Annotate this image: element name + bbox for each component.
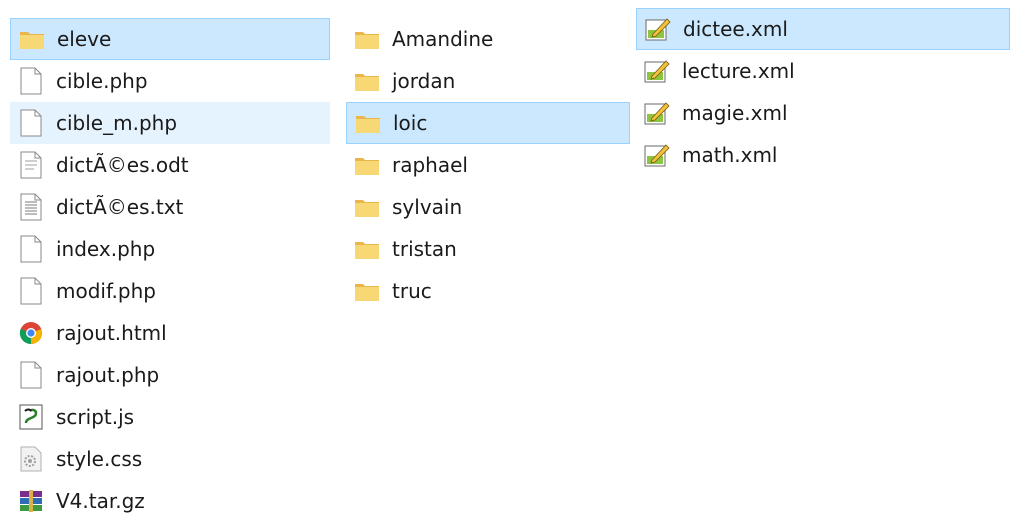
folder-label: loic (393, 111, 428, 135)
file-label: modif.php (56, 279, 156, 303)
script-file-icon (16, 401, 46, 433)
file-item-modif-php[interactable]: modif.php (10, 270, 330, 312)
file-label: dictee.xml (683, 17, 788, 41)
file-item-style-css[interactable]: style.css (10, 438, 330, 480)
file-label: eleve (57, 27, 112, 51)
gear-file-icon (16, 443, 46, 475)
folder-item-sylvain[interactable]: sylvain (346, 186, 630, 228)
document-file-icon (16, 149, 46, 181)
file-item-dictee-xml[interactable]: dictee.xml (636, 8, 1010, 50)
folder-label: jordan (392, 69, 456, 93)
file-item-index-php[interactable]: index.php (10, 228, 330, 270)
file-label: style.css (56, 447, 143, 471)
blank-file-icon (16, 359, 46, 391)
file-label: cible_m.php (56, 111, 178, 135)
folder-icon (352, 191, 382, 223)
file-list-left: eleve cible.php cible_m.php dictÃ©es.odt… (10, 18, 330, 522)
xml-file-icon (643, 13, 673, 45)
file-item-math-xml[interactable]: math.xml (636, 134, 1010, 176)
file-label: magie.xml (682, 101, 788, 125)
folder-label: truc (392, 279, 432, 303)
folder-list-middle: Amandine jordan loic raphael sylvain tri… (346, 18, 630, 312)
folder-item-jordan[interactable]: jordan (346, 60, 630, 102)
file-item-rajout-php[interactable]: rajout.php (10, 354, 330, 396)
folder-icon (352, 149, 382, 181)
file-item-eleve[interactable]: eleve (10, 18, 330, 60)
folder-label: sylvain (392, 195, 463, 219)
blank-file-icon (16, 65, 46, 97)
xml-file-icon (642, 139, 672, 171)
folder-icon (352, 275, 382, 307)
blank-file-icon (16, 107, 46, 139)
folder-icon (352, 23, 382, 55)
file-item-lecture-xml[interactable]: lecture.xml (636, 50, 1010, 92)
file-item-script-js[interactable]: script.js (10, 396, 330, 438)
file-item-magie-xml[interactable]: magie.xml (636, 92, 1010, 134)
folder-label: raphael (392, 153, 468, 177)
xml-file-icon (642, 55, 672, 87)
folder-icon (17, 23, 47, 55)
file-item-v4-tar-gz[interactable]: V4.tar.gz (10, 480, 330, 522)
file-label: index.php (56, 237, 156, 261)
folder-item-tristan[interactable]: tristan (346, 228, 630, 270)
folder-icon (353, 107, 383, 139)
file-label: V4.tar.gz (56, 489, 145, 513)
file-label: rajout.html (56, 321, 167, 345)
blank-file-icon (16, 233, 46, 265)
file-label: cible.php (56, 69, 148, 93)
folder-label: tristan (392, 237, 457, 261)
folder-item-truc[interactable]: truc (346, 270, 630, 312)
folder-item-amandine[interactable]: Amandine (346, 18, 630, 60)
chrome-icon (16, 317, 46, 349)
folder-label: Amandine (392, 27, 494, 51)
archive-icon (16, 485, 46, 517)
file-label: dictÃ©es.txt (56, 195, 184, 219)
xml-file-icon (642, 97, 672, 129)
blank-file-icon (16, 275, 46, 307)
file-item-dictees-txt[interactable]: dictÃ©es.txt (10, 186, 330, 228)
file-label: dictÃ©es.odt (56, 153, 189, 177)
file-item-rajout-html[interactable]: rajout.html (10, 312, 330, 354)
text-file-icon (16, 191, 46, 223)
file-label: script.js (56, 405, 135, 429)
folder-item-raphael[interactable]: raphael (346, 144, 630, 186)
file-label: lecture.xml (682, 59, 795, 83)
file-item-dictees-odt[interactable]: dictÃ©es.odt (10, 144, 330, 186)
folder-item-loic[interactable]: loic (346, 102, 630, 144)
folder-icon (352, 65, 382, 97)
folder-icon (352, 233, 382, 265)
file-list-right: dictee.xml lecture.xml magie.xml math.xm… (636, 8, 1010, 176)
file-label: rajout.php (56, 363, 160, 387)
file-item-cible-php[interactable]: cible.php (10, 60, 330, 102)
file-item-cible-m-php[interactable]: cible_m.php (10, 102, 330, 144)
file-label: math.xml (682, 143, 778, 167)
